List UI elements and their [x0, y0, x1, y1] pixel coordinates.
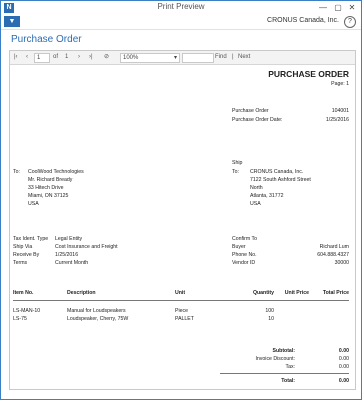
last-page-button[interactable]: ›|: [89, 53, 93, 62]
find-button[interactable]: Find: [215, 53, 227, 62]
vendor-country: USA: [28, 201, 39, 207]
receive-by-label: Receive By: [13, 252, 40, 258]
confirm-to-label: Confirm To: [232, 236, 257, 242]
terms-value: Current Month: [55, 260, 89, 266]
menu-dropdown-button[interactable]: ▼: [4, 16, 20, 27]
document-heading: PURCHASE ORDER: [268, 69, 349, 79]
po-number-label: Purchase Order: [232, 108, 269, 114]
report-toolbar: |‹ ‹ 1 of 1 › ›| ⊘ 100% ▾ Find | Next: [10, 51, 355, 65]
invoice-discount-value: 0.00: [338, 356, 349, 362]
chevron-down-icon: ▾: [173, 55, 177, 61]
ship-via-label: Ship Via: [13, 244, 33, 250]
of-label: of: [53, 54, 59, 60]
subtotal-value: 0.00: [338, 348, 349, 354]
prev-page-button[interactable]: ‹: [26, 53, 28, 62]
col-unit: Unit: [175, 290, 186, 296]
tax-value: 0.00: [338, 364, 349, 370]
company-name[interactable]: CRONUS Canada, Inc.: [267, 17, 339, 24]
line-item-no: LS-75: [13, 316, 27, 322]
ship-to-country: USA: [250, 201, 261, 207]
ship-to-city: Atlanta, 31772: [250, 193, 284, 199]
col-item-no: Item No.: [13, 290, 34, 296]
line-description: Loudspeaker, Cherry, 75W: [67, 316, 129, 322]
menu-bar: ▼ CRONUS Canada, Inc. ?: [1, 15, 361, 30]
tax-label: Tax:: [285, 364, 295, 370]
page-number-input[interactable]: 1: [34, 53, 50, 63]
po-date-value: 1/25/2016: [325, 117, 349, 123]
ship-label: Ship: [232, 160, 243, 166]
line-quantity: 100: [265, 308, 274, 314]
subtotal-label: Subtotal:: [272, 348, 295, 354]
help-button[interactable]: ?: [344, 16, 356, 28]
terms-label: Terms: [13, 260, 28, 266]
receive-by-value: 1/25/2016: [55, 252, 79, 258]
line-unit: PALLET: [175, 316, 194, 322]
col-description: Description: [67, 290, 96, 296]
stop-icon[interactable]: ⊘: [104, 53, 109, 62]
vendor-city: Miami, ON 37125: [28, 193, 69, 199]
ship-to-street: 7122 South Ashford Street: [250, 177, 311, 183]
ship-via-value: Cost Insurance and Freight: [55, 244, 118, 250]
line-description: Manual for Loudspeakers: [67, 308, 126, 314]
vendor-address: 33 Hitech Drive: [28, 185, 64, 191]
page-title: Purchase Order: [11, 34, 82, 45]
maximize-button[interactable]: ▢: [331, 1, 345, 14]
grand-total-label: Total:: [281, 378, 295, 384]
line-item-no: LS-MAN-10: [13, 308, 41, 314]
print-preview-window: N Print Preview — ▢ ✕ ▼ CRONUS Canada, I…: [0, 0, 362, 400]
header-rule: [13, 300, 349, 301]
col-unit-price: Unit Price: [284, 290, 309, 296]
tax-ident-value: Legal Entity: [55, 236, 83, 242]
vendor-contact: Mr. Richard Bready: [28, 177, 73, 183]
ship-to-name: CRONUS Canada, Inc.: [250, 169, 304, 175]
zoom-value: 100%: [123, 55, 139, 61]
tax-ident-label: Tax Ident. Type: [13, 236, 49, 242]
col-total-price: Total Price: [322, 290, 349, 296]
vendor-to-label: To:: [13, 169, 20, 175]
grand-total-value: 0.00: [338, 378, 349, 384]
page-indicator: Page: 1: [331, 81, 349, 87]
zoom-select[interactable]: 100% ▾: [120, 53, 180, 63]
title-bar: N Print Preview — ▢ ✕: [1, 1, 361, 15]
ship-to-line2: North: [250, 185, 263, 191]
phone-label: Phone No.: [232, 252, 257, 258]
minimize-button[interactable]: —: [316, 1, 330, 14]
po-date-label: Purchase Order Date:: [232, 117, 283, 123]
col-quantity: Quantity: [252, 290, 274, 296]
po-number-value: 104001: [331, 108, 349, 114]
close-button[interactable]: ✕: [345, 1, 359, 14]
find-next-button[interactable]: Next: [238, 53, 250, 62]
window-title: Print Preview: [157, 2, 205, 11]
total-pages: 1: [65, 54, 69, 60]
first-page-button[interactable]: |‹: [14, 53, 18, 62]
line-quantity: 10: [268, 316, 274, 322]
purchase-order-document: PURCHASE ORDER Page: 1 Purchase Order 10…: [10, 65, 355, 389]
buyer-label: Buyer: [232, 244, 246, 250]
ship-to-label: To:: [232, 169, 239, 175]
report-viewer: |‹ ‹ 1 of 1 › ›| ⊘ 100% ▾ Find | Next PUR…: [9, 50, 356, 390]
toolbar-separator: |: [232, 54, 234, 60]
invoice-discount-label: Invoice Discount:: [255, 356, 295, 362]
buyer-value: Richard Lum: [319, 244, 349, 250]
vendor-id-label: Vendor ID: [232, 260, 256, 266]
dropdown-icon: ▼: [8, 18, 16, 25]
find-input[interactable]: [182, 53, 214, 63]
vendor-id-value: 30000: [334, 260, 349, 266]
phone-value: 604.888.4327: [317, 252, 349, 258]
totals-rule: [220, 373, 349, 374]
vendor-name: CoolWood Technologies: [28, 169, 84, 175]
next-page-button[interactable]: ›: [78, 53, 80, 62]
line-unit: Piece: [175, 308, 188, 314]
